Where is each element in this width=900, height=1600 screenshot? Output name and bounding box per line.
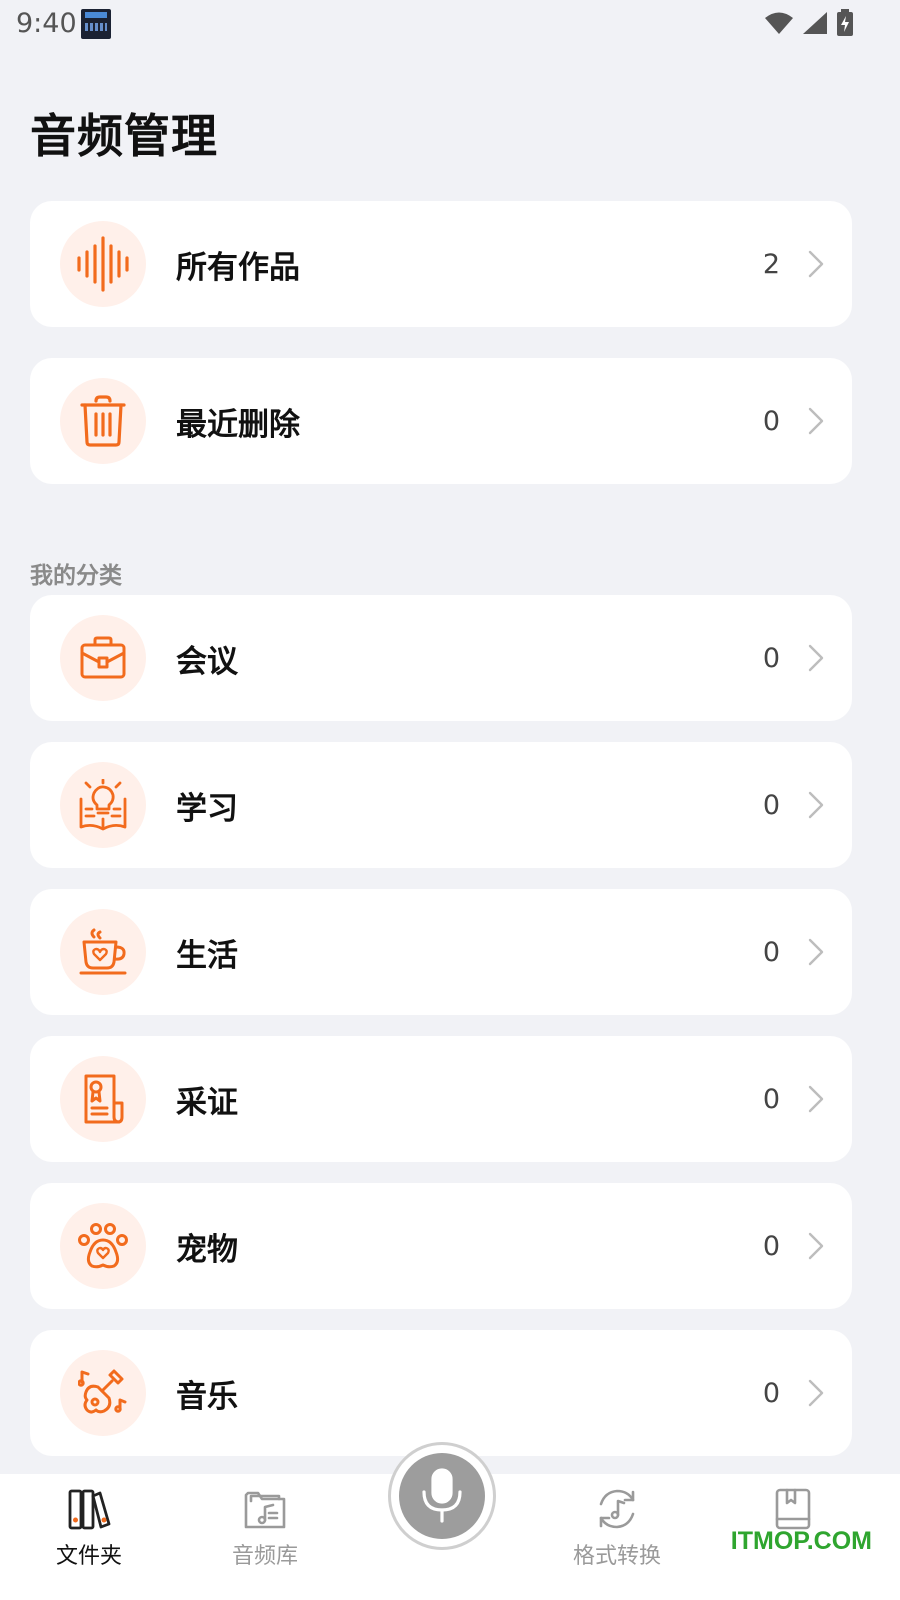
chevron-right-icon bbox=[808, 1232, 824, 1260]
nav-tab-format-convert[interactable]: 格式转换 bbox=[532, 1474, 702, 1600]
category-evidence-card[interactable]: 采证 0 bbox=[30, 1036, 852, 1162]
card-count: 0 bbox=[762, 936, 780, 968]
notebook-icon bbox=[773, 1486, 813, 1532]
nav-tab-audio-library[interactable]: 音频库 bbox=[180, 1474, 350, 1600]
card-label: 生活 bbox=[176, 937, 238, 974]
card-label: 最近删除 bbox=[176, 406, 300, 443]
card-label: 学习 bbox=[176, 790, 238, 827]
status-bar: 9:40 bbox=[0, 0, 900, 50]
category-meeting-card[interactable]: 会议 0 bbox=[30, 595, 852, 721]
chevron-right-icon bbox=[808, 407, 824, 435]
chevron-right-icon bbox=[808, 644, 824, 672]
wifi-icon bbox=[765, 12, 793, 34]
guitar-icon bbox=[60, 1350, 146, 1436]
page-title: 音频管理 bbox=[30, 109, 218, 163]
cell-signal-icon bbox=[803, 12, 827, 34]
notification-app-icon bbox=[81, 9, 111, 39]
category-pets-card[interactable]: 宠物 0 bbox=[30, 1183, 852, 1309]
all-works-card[interactable]: 所有作品 2 bbox=[30, 201, 852, 327]
card-count: 0 bbox=[762, 642, 780, 674]
card-count: 0 bbox=[762, 1377, 780, 1409]
section-label: 我的分类 bbox=[30, 563, 122, 589]
nav-tab-folders[interactable]: 文件夹 bbox=[4, 1474, 174, 1600]
card-label: 采证 bbox=[176, 1084, 238, 1121]
category-music-card[interactable]: 音乐 0 bbox=[30, 1330, 852, 1456]
chevron-right-icon bbox=[808, 1379, 824, 1407]
music-folder-icon bbox=[243, 1486, 287, 1532]
microphone-icon bbox=[399, 1453, 485, 1539]
nav-label: 音频库 bbox=[231, 1544, 298, 1569]
nav-label: 文件夹 bbox=[55, 1544, 122, 1569]
card-label: 会议 bbox=[176, 643, 238, 680]
coffee-cup-icon bbox=[60, 909, 146, 995]
chevron-right-icon bbox=[808, 250, 824, 278]
card-label: 音乐 bbox=[176, 1378, 238, 1415]
nav-label: 格式转换 bbox=[572, 1544, 661, 1569]
card-label: 宠物 bbox=[176, 1231, 238, 1268]
certificate-icon bbox=[60, 1056, 146, 1142]
card-count: 0 bbox=[762, 405, 780, 437]
card-count: 0 bbox=[762, 789, 780, 821]
card-count: 2 bbox=[762, 248, 780, 280]
recently-deleted-card[interactable]: 最近删除 0 bbox=[30, 358, 852, 484]
trash-icon bbox=[60, 378, 146, 464]
record-button[interactable] bbox=[388, 1442, 496, 1550]
waveform-icon bbox=[60, 221, 146, 307]
status-time: 9:40 bbox=[16, 8, 77, 39]
chevron-right-icon bbox=[808, 1085, 824, 1113]
card-count: 0 bbox=[762, 1083, 780, 1115]
paw-icon bbox=[60, 1203, 146, 1289]
watermark-text: ITMOP.COM bbox=[730, 1527, 872, 1555]
card-label: 所有作品 bbox=[176, 249, 300, 286]
briefcase-icon bbox=[60, 615, 146, 701]
chevron-right-icon bbox=[808, 938, 824, 966]
battery-charging-icon bbox=[837, 9, 853, 36]
card-count: 0 bbox=[762, 1230, 780, 1262]
status-indicators bbox=[764, 8, 854, 38]
category-life-card[interactable]: 生活 0 bbox=[30, 889, 852, 1015]
folder-books-icon bbox=[67, 1486, 111, 1532]
lightbulb-book-icon bbox=[60, 762, 146, 848]
convert-music-icon bbox=[594, 1486, 640, 1532]
category-study-card[interactable]: 学习 0 bbox=[30, 742, 852, 868]
chevron-right-icon bbox=[808, 791, 824, 819]
